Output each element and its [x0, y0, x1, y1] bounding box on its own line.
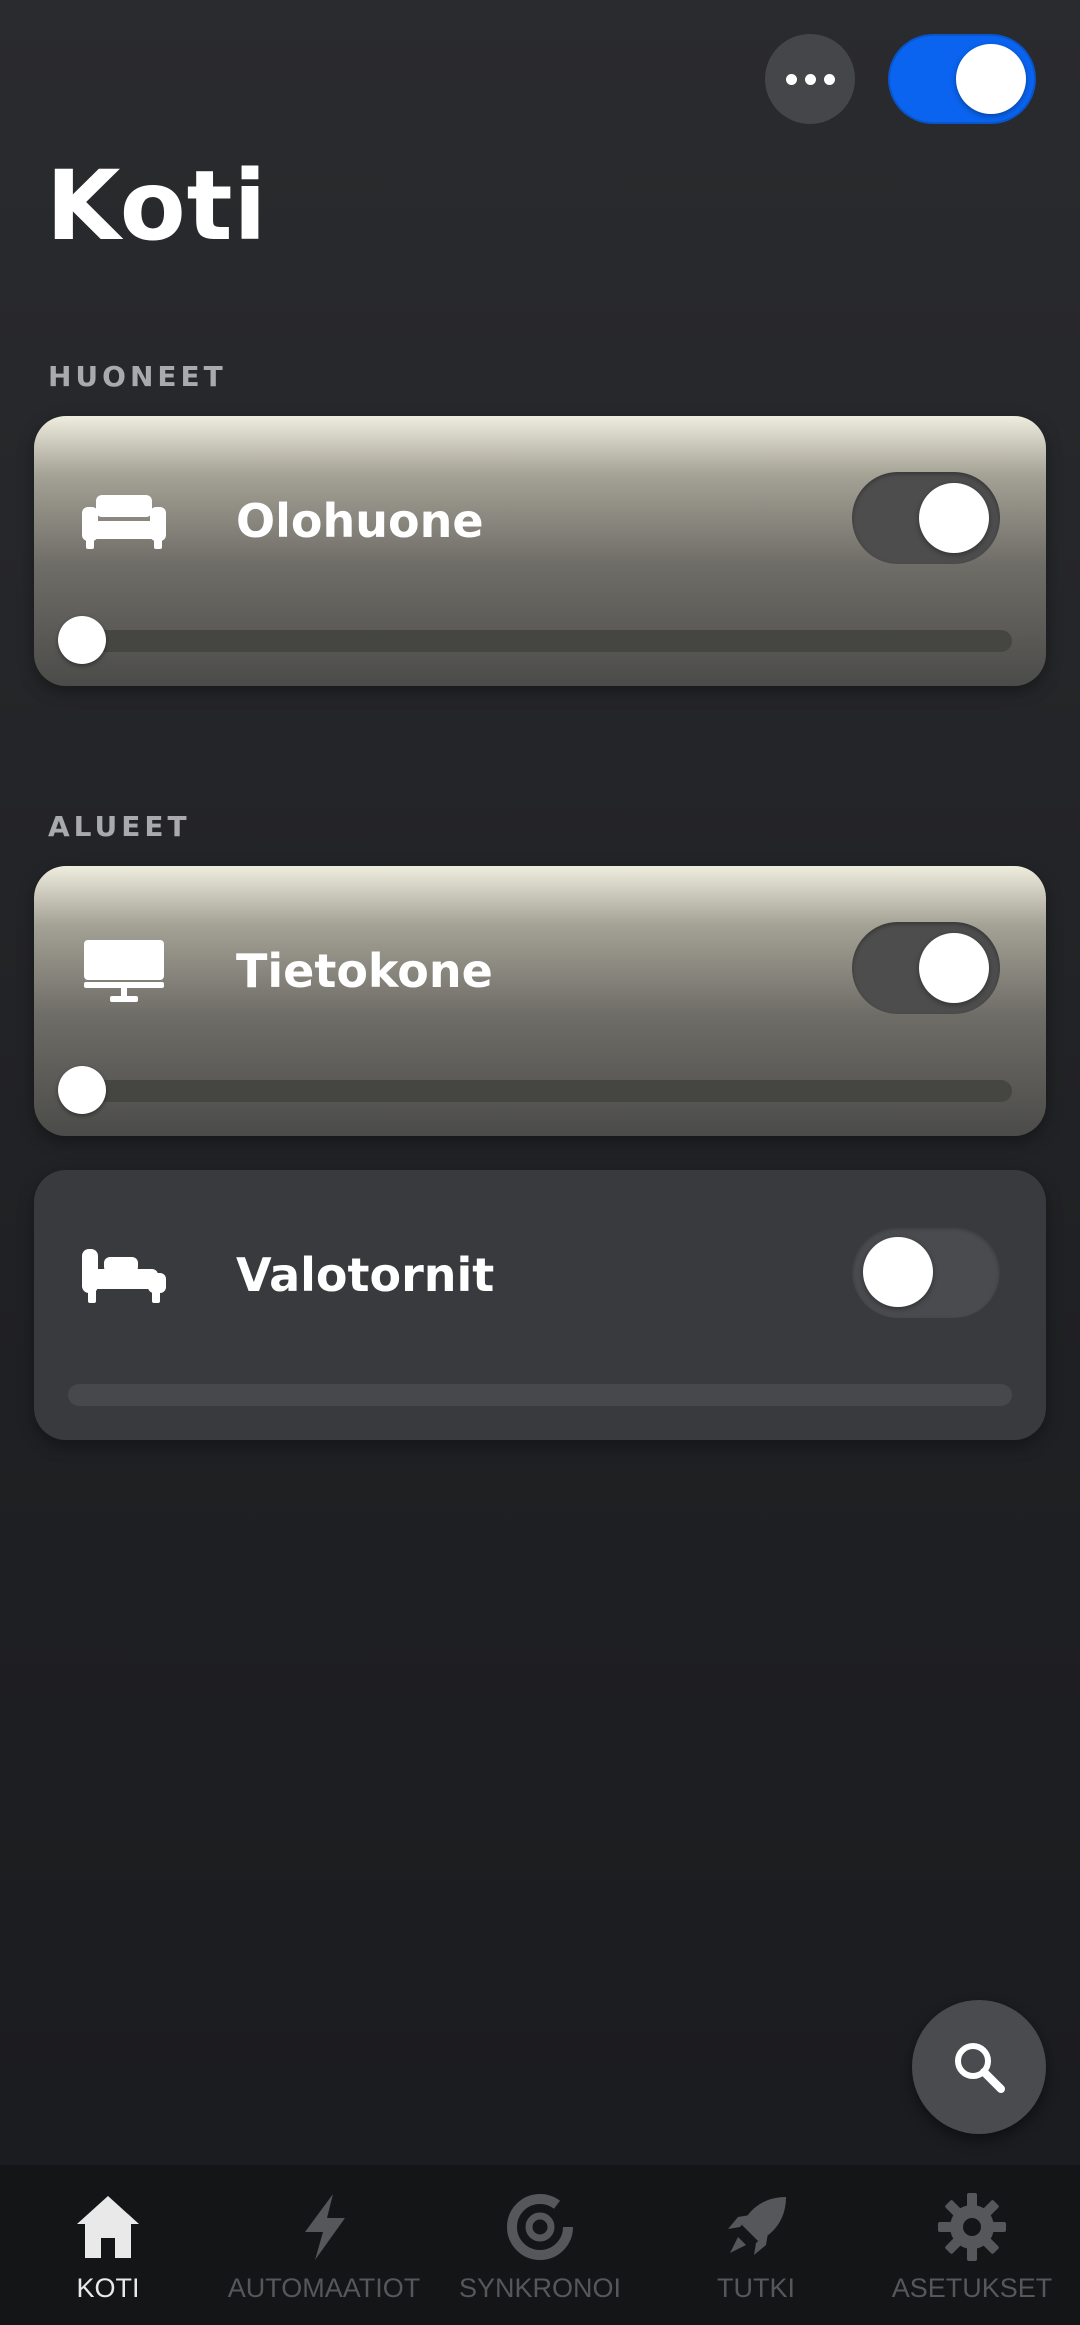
toggle-knob — [919, 933, 989, 1003]
brightness-slider[interactable] — [58, 616, 1012, 664]
bottom-navigation: KOTI AUTOMAATIOT SYNKRONOI TUTKI ASETUKS… — [0, 2165, 1080, 2325]
sync-icon — [504, 2187, 576, 2267]
slider-thumb[interactable] — [58, 1066, 106, 1114]
slider-thumb[interactable] — [58, 616, 106, 664]
master-power-toggle[interactable] — [888, 34, 1036, 124]
room-card-olohuone[interactable]: Olohuone — [34, 416, 1046, 686]
search-button[interactable] — [912, 2000, 1046, 2134]
toggle-knob — [919, 483, 989, 553]
bolt-icon — [289, 2187, 359, 2267]
zone-name: Valotornit — [236, 1248, 495, 1302]
nav-explore[interactable]: TUTKI — [648, 2165, 864, 2325]
section-label-rooms: HUONEET — [48, 360, 227, 393]
nav-sync[interactable]: SYNKRONOI — [432, 2165, 648, 2325]
brightness-slider — [68, 1384, 1012, 1406]
nav-label: AUTOMAATIOT — [227, 2273, 421, 2303]
zone-card-valotornit[interactable]: Valotornit — [34, 1170, 1046, 1440]
toggle-knob — [956, 44, 1026, 114]
nav-label: TUTKI — [717, 2273, 795, 2303]
zone-power-toggle[interactable] — [852, 1226, 1000, 1318]
zone-power-toggle[interactable] — [852, 922, 1000, 1014]
nav-label: ASETUKSET — [891, 2273, 1053, 2303]
zone-card-tietokone[interactable]: Tietokone — [34, 866, 1046, 1136]
chaise-icon — [82, 1240, 166, 1310]
search-icon — [955, 2043, 1005, 2093]
nav-automations[interactable]: AUTOMAATIOT — [216, 2165, 432, 2325]
room-name: Olohuone — [236, 494, 484, 548]
more-icon-dot — [823, 73, 835, 85]
nav-settings[interactable]: ASETUKSET — [864, 2165, 1080, 2325]
rocket-icon — [720, 2187, 792, 2267]
section-label-zones: ALUEET — [48, 810, 191, 843]
nav-label: SYNKRONOI — [458, 2273, 622, 2303]
nav-label: KOTI — [76, 2273, 140, 2303]
brightness-slider[interactable] — [58, 1066, 1012, 1114]
zone-name: Tietokone — [236, 944, 493, 998]
gear-icon — [936, 2187, 1008, 2267]
more-icon-dot — [804, 73, 816, 85]
top-bar — [0, 34, 1080, 124]
room-power-toggle[interactable] — [852, 472, 1000, 564]
sofa-icon — [82, 486, 166, 556]
toggle-knob — [863, 1237, 933, 1307]
more-options-button[interactable] — [765, 34, 855, 124]
nav-home[interactable]: KOTI — [0, 2165, 216, 2325]
home-icon — [73, 2187, 143, 2267]
monitor-icon — [82, 936, 166, 1006]
page-title: Koti — [46, 150, 268, 262]
more-icon — [785, 73, 797, 85]
